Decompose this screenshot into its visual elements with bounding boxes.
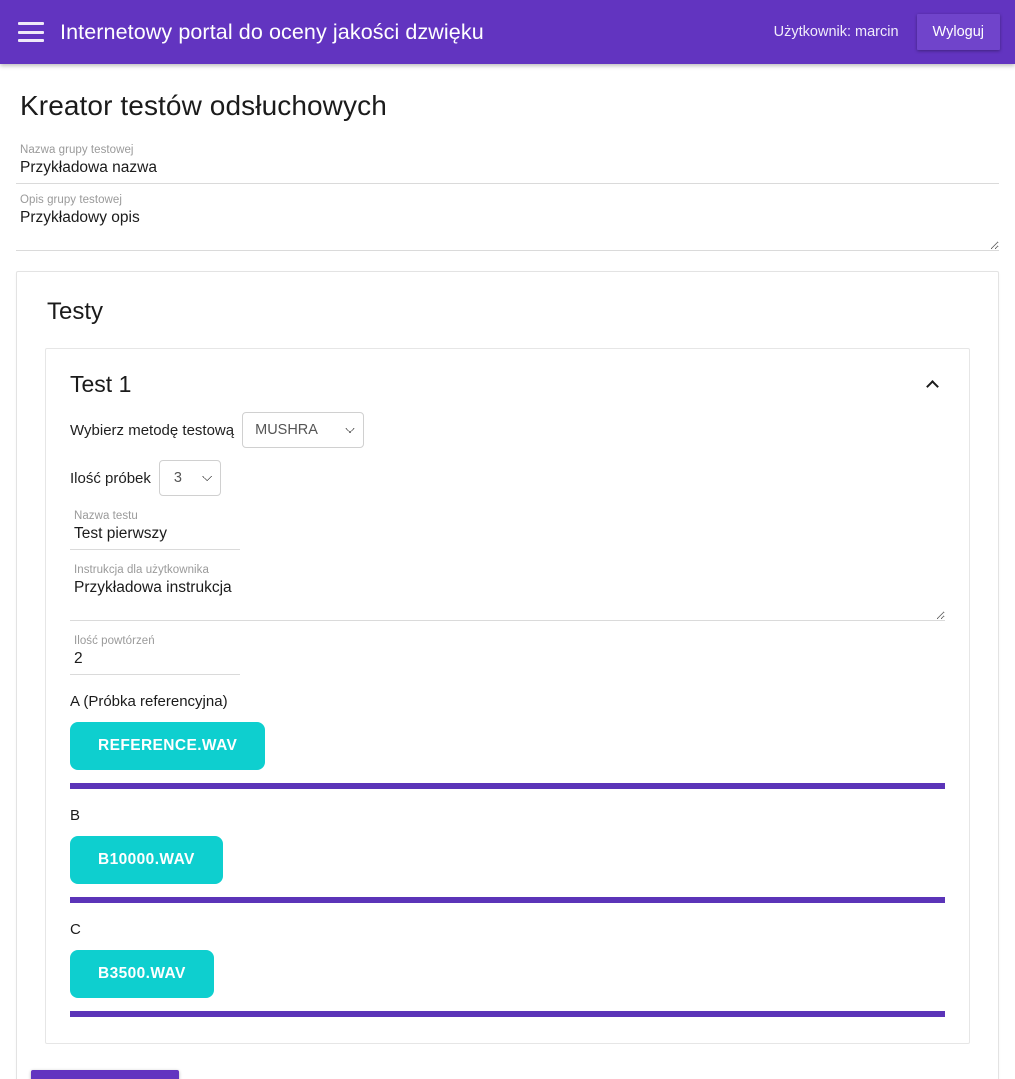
sample-label: C [70, 921, 81, 938]
instruction-field: Instrukcja dla użytkownika Przykładowa i… [70, 564, 945, 621]
tests-card: Testy Test 1 Wybierz metodę testową MUSH… [16, 271, 999, 1079]
group-name-label: Nazwa grupy testowej [20, 144, 134, 156]
logout-button[interactable]: Wyloguj [916, 14, 1000, 50]
repetitions-label: Ilość powtórzeń [74, 635, 155, 647]
test-body: Wybierz metodę testową MUSHRA Ilość prób… [46, 412, 969, 1017]
test-method-select-wrap: MUSHRA [242, 412, 365, 448]
test-title: Test 1 [70, 371, 132, 397]
group-description-label: Opis grupy testowej [20, 194, 122, 206]
current-user-label: Użytkownik: marcin [773, 24, 899, 40]
chevron-up-icon[interactable] [919, 372, 945, 398]
group-description-field: Opis grupy testowej Przykładowy opis [16, 194, 999, 251]
sample-row: B B10000.WAV [70, 807, 945, 903]
page-title: Kreator testów odsłuchowych [20, 90, 387, 121]
instruction-label: Instrukcja dla użytkownika [74, 564, 209, 576]
test-card: Test 1 Wybierz metodę testową MUSHRA Ilo… [45, 348, 970, 1044]
sample-file-button[interactable]: B3500.WAV [70, 950, 214, 998]
test-card-header: Test 1 [46, 349, 969, 402]
samples-count-select-wrap: 3 [158, 460, 221, 496]
hamburger-line [18, 22, 44, 25]
test-method-label: Wybierz metodę testową [70, 421, 235, 439]
hamburger-line [18, 39, 44, 42]
instruction-textarea[interactable]: Przykładowa instrukcja [70, 579, 945, 621]
test-name-field: Nazwa testu [70, 510, 945, 550]
test-name-label: Nazwa testu [74, 510, 138, 522]
group-name-input[interactable] [16, 159, 999, 184]
samples-count-row: Ilość próbek 3 [70, 460, 945, 496]
repetitions-input[interactable] [70, 650, 240, 675]
app-header: Internetowy portal do oceny jakości dzwi… [0, 0, 1015, 64]
sample-row: A (Próbka referencyjna) REFERENCE.WAV [70, 693, 945, 789]
hamburger-icon[interactable] [18, 22, 44, 42]
sample-label: A (Próbka referencyjna) [70, 693, 228, 710]
test-method-row: Wybierz metodę testową MUSHRA [70, 412, 945, 448]
app-title: Internetowy portal do oceny jakości dzwi… [60, 19, 484, 44]
repetitions-field: Ilość powtórzeń [70, 635, 945, 675]
sample-upload-progress [70, 1011, 945, 1017]
page-content: Kreator testów odsłuchowych Nazwa grupy … [0, 90, 1015, 1079]
test-name-input[interactable] [70, 525, 240, 550]
header-right-group: Użytkownik: marcin Wyloguj [774, 0, 1015, 64]
samples-count-label: Ilość próbek [70, 469, 151, 487]
sample-row: C B3500.WAV [70, 921, 945, 1017]
tests-heading: Testy [47, 298, 104, 325]
add-test-button[interactable]: Dodaj kolejny test [31, 1070, 180, 1079]
sample-upload-progress [70, 897, 945, 903]
samples-count-select[interactable]: 3 [158, 460, 221, 496]
test-method-select[interactable]: MUSHRA [242, 412, 365, 448]
sample-label: B [70, 807, 81, 824]
sample-file-button[interactable]: B10000.WAV [70, 836, 223, 884]
hamburger-line [18, 30, 44, 34]
group-name-field: Nazwa grupy testowej [16, 144, 999, 184]
sample-upload-progress [70, 783, 945, 789]
group-description-textarea[interactable]: Przykładowy opis [16, 209, 999, 251]
chevron-up-glyph [925, 380, 939, 393]
sample-file-button[interactable]: REFERENCE.WAV [70, 722, 266, 770]
